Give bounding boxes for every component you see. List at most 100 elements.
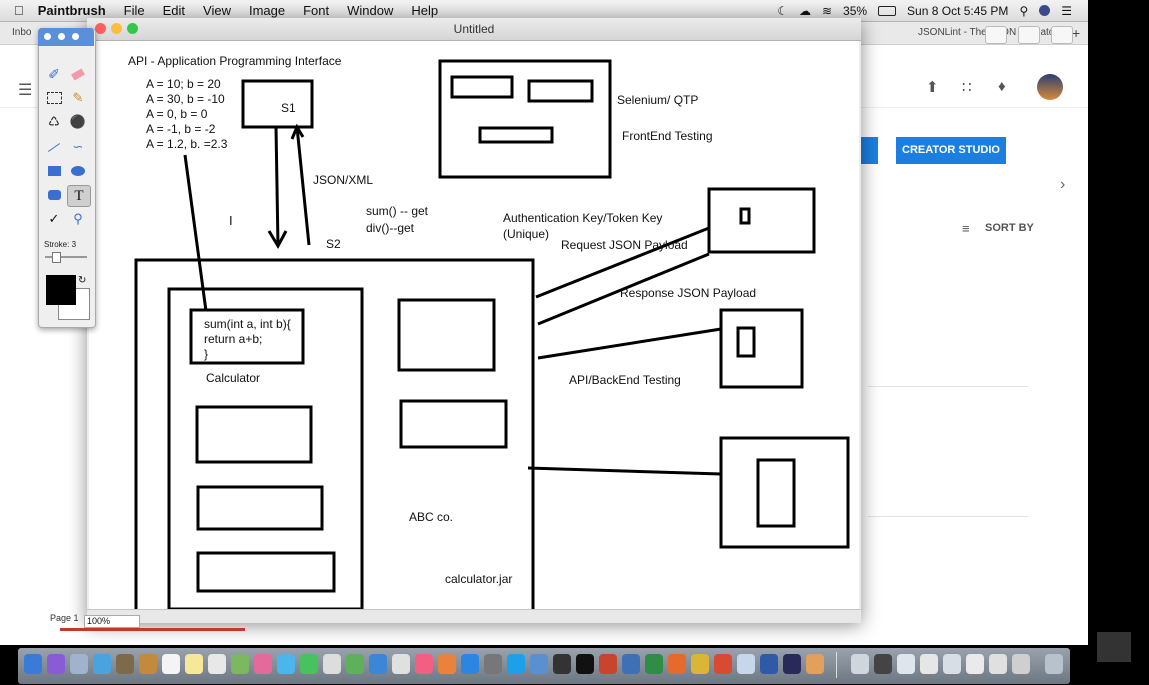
minimize-button[interactable]	[111, 23, 122, 34]
word-icon[interactable]	[760, 654, 778, 674]
ellipse-icon[interactable]	[67, 161, 89, 181]
app-orange-icon[interactable]	[806, 654, 824, 674]
rectangle-icon[interactable]	[43, 161, 65, 181]
remote-icon[interactable]	[622, 654, 640, 674]
zoom-select[interactable]: 100%	[84, 615, 140, 628]
zoom-button[interactable]	[127, 23, 138, 34]
bell-icon[interactable]: ♦	[998, 78, 1006, 95]
pages-icon[interactable]	[392, 654, 410, 674]
eclipse-icon[interactable]	[783, 654, 801, 674]
channel-button[interactable]	[858, 137, 878, 164]
app-red-icon[interactable]	[714, 654, 732, 674]
outlook-icon[interactable]	[530, 654, 548, 674]
numbers-icon[interactable]	[346, 654, 364, 674]
menu-window[interactable]: Window	[347, 3, 393, 18]
swap-colors-icon[interactable]: ↻	[78, 275, 86, 286]
cloud-icon[interactable]: ☁	[799, 4, 811, 18]
window-thumb-icon[interactable]	[989, 654, 1007, 674]
menu-font[interactable]: Font	[303, 3, 329, 18]
creator-studio-button[interactable]: CREATOR STUDIO	[896, 137, 1006, 164]
finder-icon[interactable]	[24, 654, 42, 674]
reminders-icon[interactable]	[208, 654, 226, 674]
list-icon[interactable]: ☰	[1061, 4, 1072, 18]
folder-icon[interactable]	[851, 654, 869, 674]
terminal-icon[interactable]	[576, 654, 594, 674]
launchpad-icon[interactable]	[70, 654, 88, 674]
firefox-icon[interactable]	[668, 654, 686, 674]
calendar-icon[interactable]	[162, 654, 180, 674]
keynote-icon[interactable]	[369, 654, 387, 674]
chevron-right-icon[interactable]: ›	[1060, 176, 1065, 194]
palette-close-button[interactable]	[44, 33, 51, 40]
hamburger-icon[interactable]: ☰	[18, 80, 32, 100]
battery-percent[interactable]: 35%	[843, 4, 867, 18]
excel-icon[interactable]	[645, 654, 663, 674]
appstore-icon[interactable]	[461, 654, 479, 674]
menu-help[interactable]: Help	[411, 3, 438, 18]
spray-icon[interactable]: ⚫	[67, 112, 89, 132]
finder-window-icon[interactable]	[553, 654, 571, 674]
search-icon[interactable]: ⚲	[1019, 4, 1028, 18]
window-thumb-icon[interactable]	[920, 654, 938, 674]
siri-icon[interactable]	[1039, 5, 1051, 16]
new-tab-icon[interactable]: +	[1072, 22, 1080, 44]
drawing-canvas[interactable]: API - Application Programming Interface …	[89, 41, 859, 609]
datetime[interactable]: Sun 8 Oct 5:45 PM	[907, 4, 1008, 18]
itunes-icon[interactable]	[415, 654, 433, 674]
brush-icon[interactable]: ✐	[43, 64, 65, 84]
upload-icon[interactable]: ⬆	[926, 78, 939, 96]
window-thumb-icon[interactable]	[966, 654, 984, 674]
battery-icon[interactable]	[878, 5, 897, 16]
textedit-icon[interactable]	[323, 654, 341, 674]
preferences-icon[interactable]	[484, 654, 502, 674]
siri-dock-icon[interactable]	[47, 654, 65, 674]
palette-titlebar[interactable]	[38, 28, 94, 46]
window-thumb-icon[interactable]	[897, 654, 915, 674]
stroke-slider-thumb[interactable]	[52, 252, 61, 263]
skype-icon[interactable]	[507, 654, 525, 674]
menu-app-name[interactable]: Paintbrush	[38, 3, 106, 18]
magnifier-icon[interactable]: ⚲	[67, 209, 89, 229]
share-icon[interactable]	[1018, 26, 1040, 44]
eyedropper-icon[interactable]: ✓	[43, 209, 65, 229]
bucket-icon[interactable]: ♺	[43, 112, 65, 132]
wifi-icon[interactable]: ≋	[822, 4, 832, 18]
trash-icon[interactable]	[1045, 654, 1063, 674]
ibooks-icon[interactable]	[438, 654, 456, 674]
avatar[interactable]	[1037, 74, 1063, 100]
apps-grid-icon[interactable]: ∷	[962, 78, 972, 96]
palette-zoom-button[interactable]	[72, 33, 79, 40]
download-icon[interactable]	[985, 26, 1007, 44]
menu-image[interactable]: Image	[249, 3, 285, 18]
safari-icon[interactable]	[93, 654, 111, 674]
notes-icon[interactable]	[185, 654, 203, 674]
foreground-color-swatch[interactable]	[46, 275, 76, 305]
sort-by-button[interactable]: SORT BY	[985, 222, 1034, 234]
menu-view[interactable]: View	[203, 3, 231, 18]
apple-icon[interactable]: 	[14, 3, 24, 18]
lasso-icon[interactable]: ✎	[67, 88, 89, 108]
close-button[interactable]	[95, 23, 106, 34]
screen-icon[interactable]	[874, 654, 892, 674]
select-rect-icon[interactable]	[43, 88, 65, 108]
powerpoint-icon[interactable]	[599, 654, 617, 674]
notes-book-icon[interactable]	[139, 654, 157, 674]
rounded-rect-icon[interactable]	[43, 185, 65, 205]
contacts-icon[interactable]	[116, 654, 134, 674]
tabs-icon[interactable]	[1051, 26, 1073, 44]
paintbrush-dock-icon[interactable]	[737, 654, 755, 674]
menu-file[interactable]: File	[124, 3, 145, 18]
messages-icon[interactable]	[277, 654, 295, 674]
moon-icon[interactable]: ☾	[777, 4, 788, 18]
palette-minimize-button[interactable]	[58, 33, 65, 40]
window-thumb-icon[interactable]	[943, 654, 961, 674]
curve-icon[interactable]: ∽	[67, 137, 89, 157]
menu-edit[interactable]: Edit	[163, 3, 185, 18]
chrome-icon[interactable]	[691, 654, 709, 674]
photos-icon[interactable]	[254, 654, 272, 674]
maps-icon[interactable]	[231, 654, 249, 674]
sort-icon[interactable]: ≡	[962, 221, 970, 236]
line-icon[interactable]	[43, 137, 65, 157]
facetime-icon[interactable]	[300, 654, 318, 674]
tab-inbox[interactable]: Inbo	[12, 22, 31, 44]
